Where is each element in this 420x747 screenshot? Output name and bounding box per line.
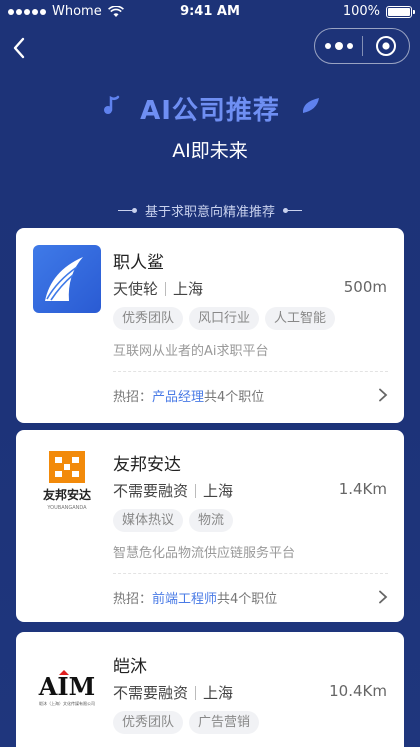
page-subtitle: AI即未来 — [172, 140, 248, 162]
tag: 优秀团队 — [113, 307, 184, 330]
logo-text: 友邦安达 — [42, 487, 91, 502]
page-title: AI公司推荐 — [140, 96, 280, 126]
company-name: 皑沐 — [113, 657, 147, 677]
target-icon — [375, 36, 396, 56]
company-description: 智慧危化品物流供应链服务平台 — [113, 546, 296, 561]
tag-list: 媒体热议 物流 — [113, 509, 234, 532]
tag: 媒体热议 — [113, 509, 184, 532]
hot-job-link[interactable]: 前端工程师 — [152, 592, 217, 607]
mini-program-capsule — [314, 28, 410, 64]
tag: 广告营销 — [189, 711, 260, 734]
divider — [113, 573, 388, 574]
company-card[interactable]: 职人鲨 天使轮 上海 500m 优秀团队 风口行业 人工智能 互联网从业者的Ai… — [16, 228, 404, 423]
aim-logo-icon: AIM 皑沐（上海）文化传媒有限公司 — [38, 670, 95, 706]
tag: 物流 — [189, 509, 234, 532]
tag: 人工智能 — [265, 307, 336, 330]
company-logo: 友邦安达 YOUBANGANDA — [33, 447, 101, 515]
more-button[interactable] — [315, 29, 362, 63]
company-name: 职人鲨 — [113, 253, 164, 273]
shark-fin-icon — [45, 257, 83, 301]
battery-info: 100% — [342, 4, 415, 19]
section-label-text: 基于求职意向精准推荐 — [144, 204, 275, 220]
chevron-left-icon — [13, 37, 25, 59]
company-name: 友邦安达 — [113, 455, 181, 475]
company-city: 上海 — [203, 684, 234, 702]
divider — [113, 371, 388, 372]
status-bar: Whome 9:41 AM 100% — [0, 0, 420, 24]
company-meta: 不需要融资 上海 — [113, 480, 233, 501]
battery-percent: 100% — [342, 4, 380, 19]
hot-job-link[interactable]: 产品经理 — [152, 390, 204, 405]
funding-stage: 不需要融资 — [113, 684, 189, 702]
company-distance: 10.4Km — [329, 682, 387, 700]
tag-list: 优秀团队 风口行业 人工智能 — [113, 307, 336, 330]
battery-icon — [386, 5, 415, 18]
logo-text: AIM — [38, 672, 95, 701]
company-logo — [33, 245, 101, 313]
tag: 风口行业 — [189, 307, 260, 330]
funding-stage: 不需要融资 — [113, 482, 189, 500]
youbang-logo-icon: 友邦安达 YOUBANGANDA — [42, 451, 91, 511]
company-distance: 1.4Km — [338, 480, 387, 498]
company-logo: AIM 皑沐（上海）文化传媒有限公司 — [33, 649, 101, 717]
tag: 优秀团队 — [113, 711, 184, 734]
chevron-right-icon — [379, 590, 388, 604]
company-meta: 天使轮 上海 — [113, 278, 203, 299]
company-city: 上海 — [203, 482, 234, 500]
back-button[interactable] — [8, 34, 32, 62]
leaf-icon — [302, 98, 319, 113]
company-meta: 不需要融资 上海 — [113, 682, 233, 703]
logo-subtext: YOUBANGANDA — [46, 505, 87, 511]
company-card[interactable]: AIM 皑沐（上海）文化传媒有限公司 皑沐 不需要融资 上海 10.4Km 优秀… — [16, 632, 404, 747]
logo-subtext: 皑沐（上海）文化传媒有限公司 — [39, 700, 95, 706]
section-label: 基于求职意向精准推荐 — [0, 200, 420, 220]
funding-stage: 天使轮 — [113, 280, 159, 298]
hot-jobs[interactable]: 热招：产品经理共4个职位 — [113, 386, 388, 405]
company-description: 互联网从业者的Ai求职平台 — [113, 344, 269, 359]
chevron-right-icon — [379, 388, 388, 402]
company-distance: 500m — [343, 278, 387, 296]
hot-jobs[interactable]: 热招：前端工程师共4个职位 — [113, 588, 388, 607]
tag-list: 优秀团队 广告营销 — [113, 711, 260, 734]
company-city: 上海 — [173, 280, 204, 298]
close-button[interactable] — [363, 29, 409, 63]
company-card[interactable]: 友邦安达 YOUBANGANDA 友邦安达 不需要融资 上海 1.4Km 媒体热… — [16, 430, 404, 622]
